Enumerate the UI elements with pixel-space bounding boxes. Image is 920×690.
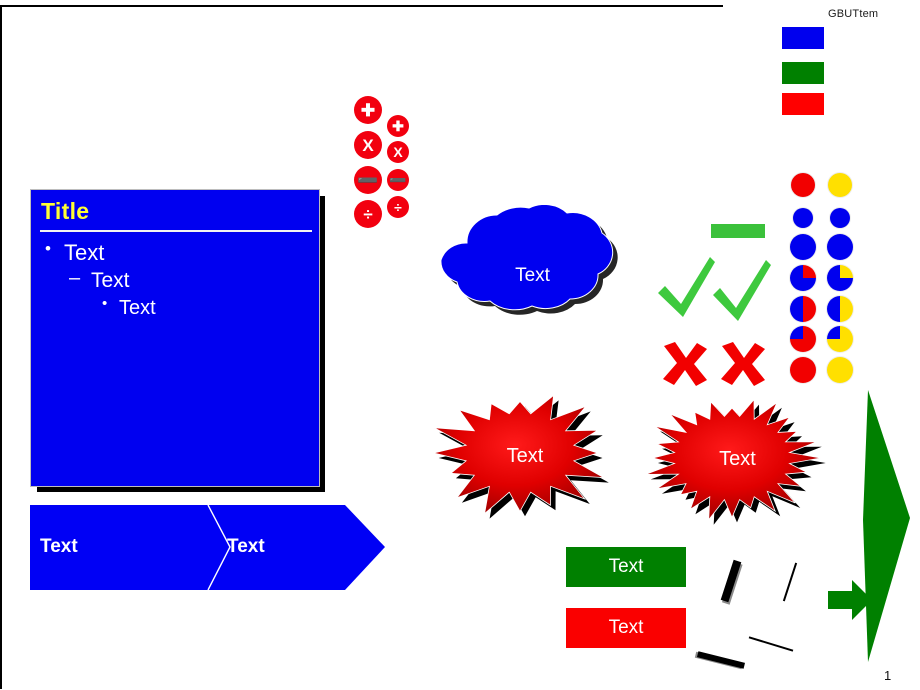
starburst-2-label: Text: [719, 448, 756, 470]
green-dash-icon[interactable]: [711, 224, 765, 238]
chevron-process-arrow[interactable]: Text Text: [30, 504, 385, 591]
pie-progress-100-red[interactable]: [790, 357, 816, 383]
slide-number: 1: [884, 668, 892, 683]
title-underline-rule: [40, 230, 312, 232]
bullet-marker-level2: –: [69, 267, 81, 289]
pie-progress-25-yellow[interactable]: [827, 265, 853, 291]
page-title: Title: [41, 198, 90, 224]
red-banner[interactable]: Text: [566, 608, 686, 648]
pie-progress-100-red[interactable]: [791, 173, 815, 197]
green-banner[interactable]: Text: [566, 547, 686, 587]
bullet-label-level1: Text: [64, 240, 105, 265]
pie-progress-50-red[interactable]: [790, 296, 816, 322]
pie-progress-0-yellow[interactable]: [827, 234, 853, 260]
thick-diagonal-line-1[interactable]: [720, 559, 742, 603]
pie-progress-0-red[interactable]: [793, 208, 813, 228]
legend-swatch-green[interactable]: [782, 62, 824, 84]
bullet-item-level3: • Text: [102, 295, 156, 320]
pie-progress-grid: [790, 172, 860, 397]
starburst-24-point[interactable]: Text: [640, 392, 835, 532]
operator-minus-small-icon[interactable]: ➖: [387, 169, 409, 191]
legend-swatch-red[interactable]: [782, 93, 824, 115]
operator-divide-small-icon[interactable]: ÷: [387, 196, 409, 218]
slide-frame-top-border: [0, 5, 723, 7]
cloud-label: Text: [515, 265, 550, 286]
checkmark-group[interactable]: [655, 255, 775, 325]
pie-progress-0-yellow[interactable]: [830, 208, 850, 228]
chevron-shape: [30, 504, 385, 591]
cross-mark-icon: [663, 342, 765, 386]
operator-divide-large-icon[interactable]: ÷: [354, 200, 382, 228]
chevron-segment-1-label: Text: [40, 536, 78, 557]
pie-progress-50-yellow[interactable]: [827, 296, 853, 322]
pie-progress-100-yellow[interactable]: [828, 173, 852, 197]
pie-progress-25-red[interactable]: [790, 265, 816, 291]
operator-plus-large-icon[interactable]: ✚: [354, 96, 382, 124]
red-banner-label: Text: [608, 617, 644, 638]
content-placeholder-box[interactable]: Title • Text – Text • Text: [30, 189, 320, 487]
pie-progress-75-yellow[interactable]: [827, 326, 853, 352]
slide-frame-left-border: [0, 5, 2, 689]
bullet-item-level1: • Text: [45, 239, 105, 266]
green-banner-label: Text: [608, 556, 644, 577]
cross-mark-group[interactable]: [660, 342, 770, 386]
bullet-marker-level3: •: [102, 295, 108, 312]
header-label: GBUTtem: [828, 8, 879, 20]
bullet-label-level2: Text: [91, 269, 130, 292]
green-kite-shape[interactable]: [862, 390, 912, 662]
starburst-1-label: Text: [506, 445, 544, 467]
chevron-segment-2-label: Text: [227, 536, 265, 557]
pie-progress-100-yellow[interactable]: [827, 357, 853, 383]
thin-diagonal-line-1[interactable]: [782, 562, 798, 602]
kite-shape: [863, 390, 910, 662]
slide-canvas: GBUTtem Title • Text – Text • Text Text …: [0, 0, 920, 690]
cloud-callout[interactable]: Text: [415, 203, 650, 345]
thick-diagonal-line-2[interactable]: [696, 651, 746, 669]
legend-swatch-blue[interactable]: [782, 27, 824, 49]
checkmark-icon: [658, 257, 771, 321]
operator-minus-large-icon[interactable]: ➖: [354, 166, 382, 194]
operator-times-small-icon[interactable]: X: [387, 141, 409, 163]
operator-plus-small-icon[interactable]: ✚: [387, 115, 409, 137]
pie-progress-75-red[interactable]: [790, 326, 816, 352]
bullet-marker-level1: •: [45, 239, 51, 258]
pie-progress-0-red[interactable]: [790, 234, 816, 260]
starburst-16-point[interactable]: Text: [425, 385, 625, 530]
bullet-label-level3: Text: [119, 297, 156, 319]
thin-diagonal-line-2[interactable]: [748, 636, 794, 652]
operator-times-large-icon[interactable]: X: [354, 131, 382, 159]
bullet-item-level2: – Text: [69, 267, 130, 293]
